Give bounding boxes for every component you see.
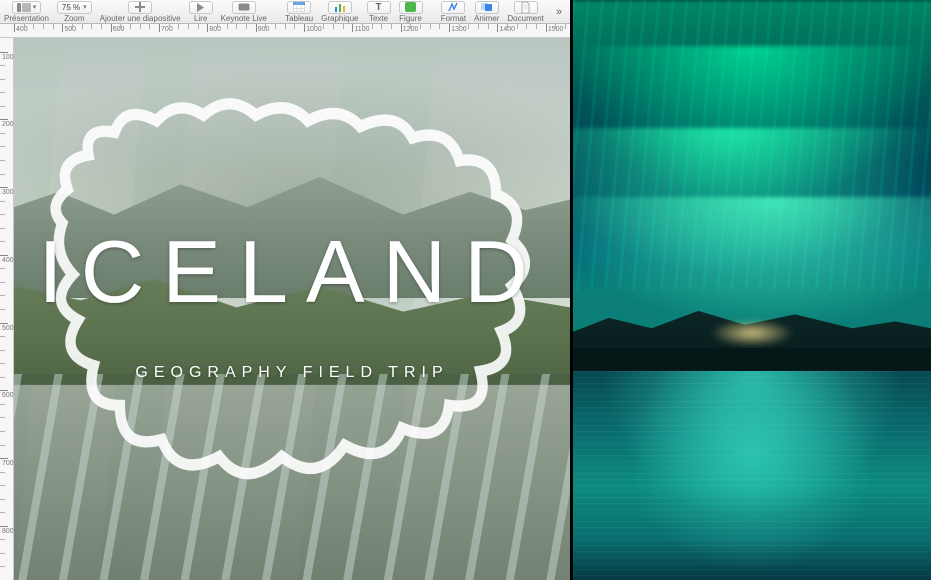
- ruler-v-tick: 800: [2, 528, 14, 535]
- document-inspector-button[interactable]: [514, 1, 538, 14]
- table-label: Tableau: [285, 15, 313, 23]
- text-label: Texte: [369, 15, 388, 23]
- ruler-v-tick: 400: [2, 257, 14, 264]
- toolbar-overflow-button[interactable]: »: [552, 6, 566, 18]
- zoom-value: 75 %: [62, 3, 80, 12]
- ruler-h-tick: 600: [113, 26, 125, 33]
- ruler-vertical: 100 200 300 400 500 600 700 800: [0, 38, 14, 580]
- ruler-v-tick: 200: [2, 121, 14, 128]
- chart-label: Graphique: [321, 15, 358, 23]
- ruler-v-tick: 700: [2, 460, 14, 467]
- play-button[interactable]: [189, 1, 213, 14]
- keynote-window: ▾ Présentation 75 % ▾ Zoom: [0, 0, 570, 580]
- ruler-h-tick: 900: [258, 26, 270, 33]
- animate-inspector-button[interactable]: [475, 1, 499, 14]
- zoom-label: Zoom: [64, 15, 84, 23]
- ruler-h-tick: 800: [209, 26, 221, 33]
- ruler-h-tick: 500: [64, 26, 76, 33]
- table-button[interactable]: [287, 1, 311, 14]
- chart-button[interactable]: [328, 1, 352, 14]
- ruler-h-tick: 400: [16, 26, 28, 33]
- play-label: Lire: [194, 15, 207, 23]
- format-inspector-button[interactable]: [441, 1, 465, 14]
- ruler-v-tick: 100: [2, 54, 14, 61]
- presentation-view-button[interactable]: ▾: [12, 1, 42, 14]
- text-button[interactable]: T: [367, 1, 391, 14]
- toolbar: ▾ Présentation 75 % ▾ Zoom: [0, 0, 570, 24]
- desktop-wallpaper: [573, 0, 931, 580]
- shape-button[interactable]: [399, 1, 423, 14]
- shape-label: Figure: [399, 15, 422, 23]
- ruler-v-tick: 300: [2, 189, 14, 196]
- animate-label: Animer: [474, 15, 499, 23]
- slide-background-image: [14, 38, 570, 580]
- keynote-live-label: Keynote Live: [221, 15, 267, 23]
- slide-canvas[interactable]: ICELAND GEOGRAPHY FIELD TRIP: [14, 38, 570, 580]
- presentation-view-label: Présentation: [4, 15, 49, 23]
- add-slide-button[interactable]: [128, 1, 152, 14]
- ruler-v-tick: 500: [2, 325, 14, 332]
- ruler-h-tick: 700: [161, 26, 173, 33]
- keynote-live-button[interactable]: [232, 1, 256, 14]
- document-label: Document: [507, 15, 543, 23]
- ruler-horizontal: 4005006007008009001000110012001300140015…: [0, 24, 570, 38]
- add-slide-label: Ajouter une diapositive: [100, 15, 181, 23]
- zoom-dropdown[interactable]: 75 % ▾: [57, 1, 92, 14]
- ruler-v-tick: 600: [2, 392, 14, 399]
- format-label: Format: [441, 15, 466, 23]
